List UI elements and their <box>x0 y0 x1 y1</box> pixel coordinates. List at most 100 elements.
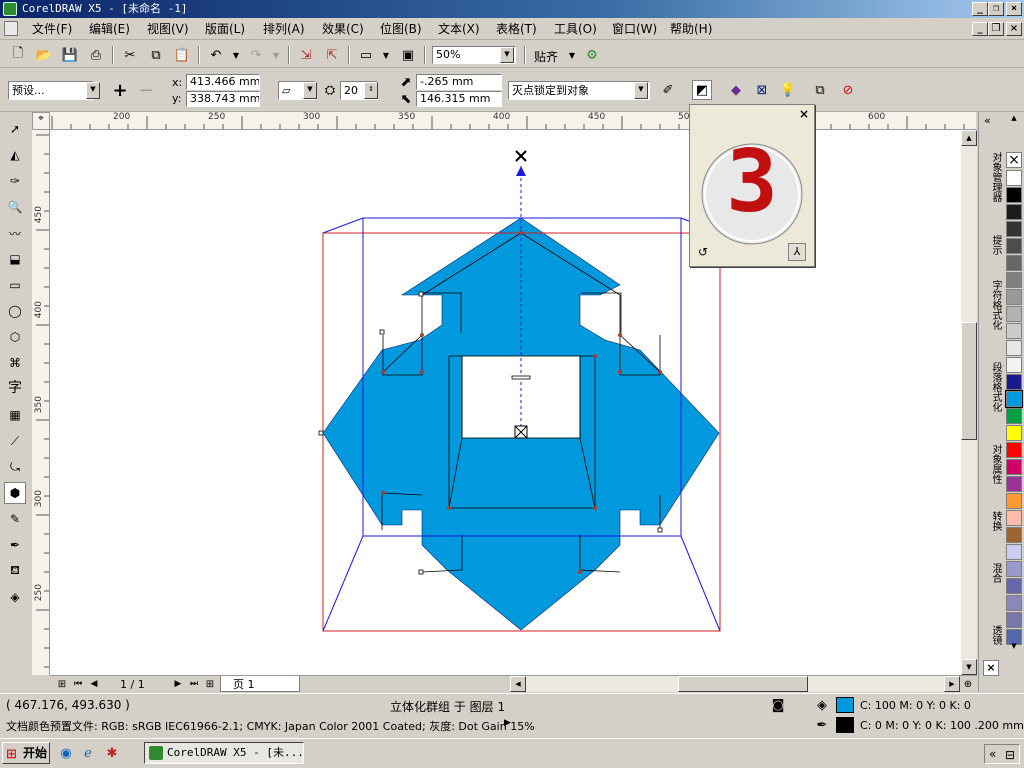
extruded-group[interactable] <box>50 130 961 675</box>
extrude-color-icon[interactable]: ◆ <box>726 80 746 100</box>
fill-color-swatch[interactable] <box>836 697 854 713</box>
horizontal-ruler[interactable]: 200 250 300 350 400 450 500 600 <box>50 112 976 130</box>
color-swatch[interactable] <box>1006 612 1022 628</box>
welcome-screen-icon[interactable]: ▣ <box>398 45 418 65</box>
color-swatch[interactable] <box>1006 459 1022 475</box>
undo-dropdown-icon[interactable]: ▼ <box>226 45 246 65</box>
dimension-tool-icon[interactable]: ⟋ <box>4 430 26 452</box>
basic-shapes-tool-icon[interactable]: ⌘ <box>4 352 26 374</box>
preset-dropdown-icon[interactable]: ▼ <box>86 82 100 99</box>
color-swatch[interactable] <box>1006 306 1022 322</box>
color-swatch[interactable] <box>1006 425 1022 441</box>
menu-view[interactable]: 视图(V) <box>147 21 189 37</box>
docker-tab-paragraph[interactable]: 段落格式化 <box>981 352 1001 422</box>
redo-dropdown-icon[interactable]: ▼ <box>266 45 286 65</box>
connector-tool-icon[interactable]: ⤿ <box>4 456 26 478</box>
browser-quicklaunch-icon[interactable]: ◉ <box>56 743 76 763</box>
menu-arrange[interactable]: 排列(A) <box>263 21 305 37</box>
scroll-up-button[interactable]: ▲ <box>961 130 977 146</box>
menu-layout[interactable]: 版面(L) <box>205 21 245 37</box>
collapse-docker-icon[interactable]: « <box>984 114 991 127</box>
color-swatch[interactable] <box>1006 170 1022 186</box>
remove-preset-icon[interactable]: − <box>136 80 156 101</box>
y-position-input[interactable]: 338.743 mm <box>186 91 260 107</box>
fill-indicator-icon[interactable]: ◈ <box>812 695 832 715</box>
vanishing-point-icon[interactable] <box>515 150 527 162</box>
color-swatch[interactable] <box>1006 578 1022 594</box>
snap-to-button[interactable]: 贴齐 <box>534 48 558 65</box>
color-swatch[interactable] <box>1006 527 1022 543</box>
redo-icon[interactable]: ↷ <box>246 45 266 65</box>
paste-icon[interactable]: 📋 <box>172 45 192 65</box>
ellipse-tool-icon[interactable]: ◯ <box>4 300 26 322</box>
extrude-lighting-icon[interactable]: 💡 <box>778 80 798 100</box>
zoom-navigator-icon[interactable]: ⊕ <box>958 674 978 694</box>
options-icon[interactable]: ⚙ <box>582 45 602 65</box>
close-button[interactable]: × <box>1006 2 1022 16</box>
depth-spinner[interactable]: ⇕ <box>364 82 378 99</box>
vanishing-arrow[interactable] <box>516 166 526 176</box>
rectangle-tool-icon[interactable]: ▭ <box>4 274 26 296</box>
menu-help[interactable]: 帮助(H) <box>670 21 712 37</box>
menu-tools[interactable]: 工具(O) <box>554 21 597 37</box>
scroll-down-button[interactable]: ▼ <box>961 659 977 675</box>
table-tool-icon[interactable]: ▦ <box>4 404 26 426</box>
color-swatch[interactable] <box>1006 221 1022 237</box>
taskbar-task-coreldraw[interactable]: CorelDRAW X5 - [未... <box>144 742 304 764</box>
document-icon[interactable] <box>4 21 18 36</box>
color-swatch[interactable] <box>1006 510 1022 526</box>
color-swatch[interactable] <box>1006 289 1022 305</box>
menu-window[interactable]: 窗口(W) <box>612 21 657 37</box>
docker-tab-object-properties[interactable]: 对象属性 <box>981 434 1001 494</box>
page-tab[interactable]: 页 1 <box>220 676 300 692</box>
outline-indicator-icon[interactable]: ✒ <box>812 715 832 735</box>
minimize-button[interactable]: _ <box>972 2 988 16</box>
palette-scroll-down[interactable]: ▼ <box>1006 642 1022 650</box>
menu-text[interactable]: 文本(X) <box>438 21 480 37</box>
system-tray[interactable]: « ⊟ <box>984 744 1020 764</box>
scroll-left-button[interactable]: ◀ <box>510 676 526 692</box>
vanishing-point-lock-dropdown-icon[interactable]: ▼ <box>634 82 648 99</box>
color-swatch[interactable] <box>1006 374 1022 390</box>
smart-fill-tool-icon[interactable]: ⬓ <box>4 248 26 270</box>
network-icon[interactable]: ⊟ <box>1005 746 1015 764</box>
docker-tab-blend[interactable]: 混合 <box>981 548 1001 598</box>
scroll-thumb[interactable] <box>961 322 977 440</box>
prev-page-icon[interactable]: ◀ <box>84 674 104 694</box>
clear-extrude-icon[interactable]: ⊘ <box>838 80 858 100</box>
no-color-swatch[interactable]: ⨯ <box>1006 152 1022 168</box>
color-swatch[interactable] <box>1006 442 1022 458</box>
print-icon[interactable]: ⎙ <box>86 45 106 65</box>
pick-tool-icon[interactable]: ➚ <box>4 118 26 140</box>
docker-tab-object-manager[interactable]: 对象管理器 <box>981 134 1001 220</box>
fill-tool-icon[interactable]: ⛾ <box>4 560 26 582</box>
vertical-scrollbar[interactable]: ▲ ▼ <box>961 130 977 675</box>
vertical-ruler[interactable]: 450 400 350 300 250 <box>32 130 50 675</box>
interactive-fill-tool-icon[interactable]: ◈ <box>4 586 26 608</box>
color-swatch[interactable] <box>1006 323 1022 339</box>
undo-icon[interactable]: ↶ <box>206 45 226 65</box>
app-quicklaunch-icon[interactable]: ✱ <box>102 743 122 763</box>
menu-effects[interactable]: 效果(C) <box>322 21 364 37</box>
color-swatch[interactable] <box>1006 357 1022 373</box>
start-button[interactable]: ⊞ 开始 <box>2 742 50 764</box>
palette-scroll-up[interactable]: ▲ <box>1006 114 1022 122</box>
view-mode-icon[interactable]: ◙ <box>768 695 788 715</box>
horizontal-scrollbar[interactable]: ◀ ▶ <box>510 676 960 692</box>
extrude-center-handle[interactable] <box>514 425 528 439</box>
color-swatch[interactable] <box>1006 204 1022 220</box>
color-swatch[interactable] <box>1006 255 1022 271</box>
snap-dropdown-icon[interactable]: ▼ <box>562 45 582 65</box>
color-swatch[interactable] <box>1006 408 1022 424</box>
profile-arrow-icon[interactable]: ▶ <box>504 718 511 728</box>
docker-tab-hints[interactable]: 提示 <box>981 230 1001 260</box>
copy-extrude-icon[interactable]: ⧉ <box>810 80 830 100</box>
eyedropper-tool-icon[interactable]: ✎ <box>4 508 26 530</box>
drawing-canvas[interactable] <box>50 130 961 675</box>
depth-handle[interactable] <box>511 375 531 380</box>
add-page-icon[interactable]: ⊞ <box>200 674 220 694</box>
cut-icon[interactable]: ✂ <box>120 45 140 65</box>
crop-tool-icon[interactable]: ✑ <box>4 170 26 192</box>
add-preset-icon[interactable]: + <box>110 80 130 101</box>
export-icon[interactable]: ⇱ <box>322 45 342 65</box>
